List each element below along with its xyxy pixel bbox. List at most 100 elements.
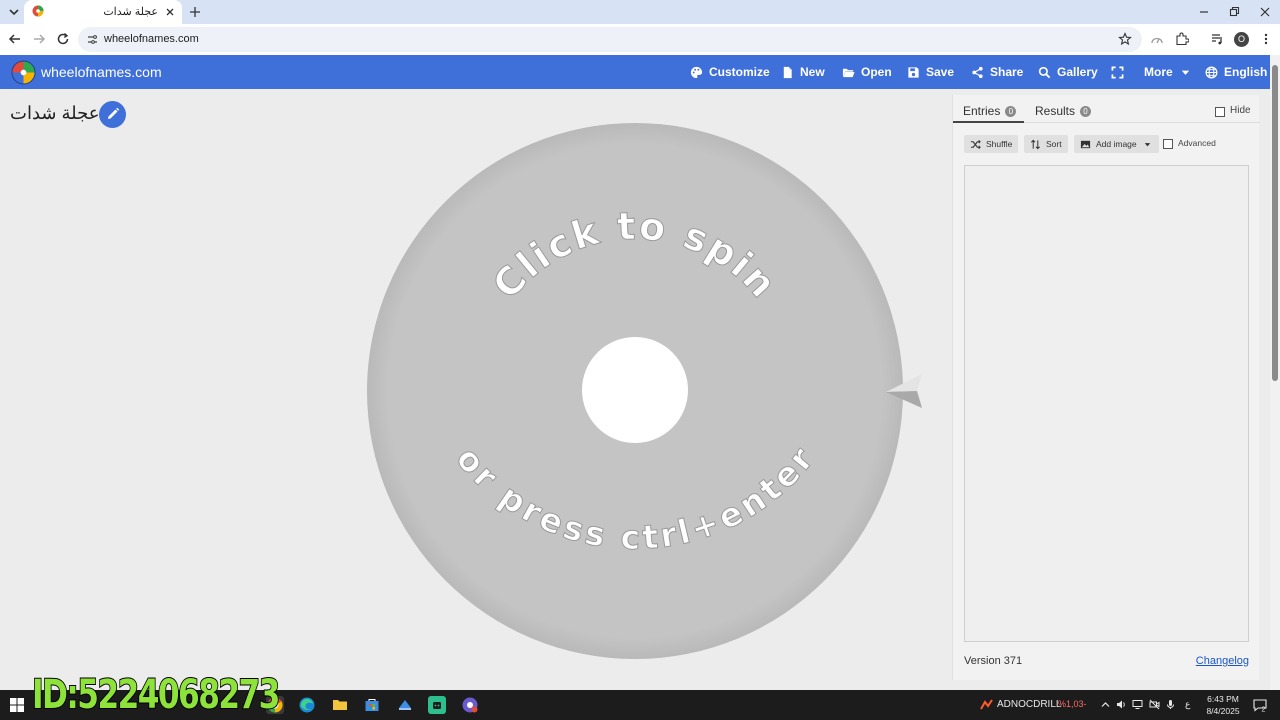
save-button[interactable]: Save — [907, 55, 954, 89]
site-name[interactable]: wheelofnames.com — [41, 64, 162, 80]
palette-icon — [690, 66, 703, 78]
show-hidden-icons-icon[interactable] — [1100, 699, 1111, 710]
stock-ticker-icon — [980, 698, 993, 711]
forward-icon[interactable] — [31, 31, 47, 47]
profile-avatar[interactable]: O — [1234, 32, 1249, 47]
close-window-icon[interactable] — [1257, 4, 1273, 20]
hide-checkbox[interactable] — [1215, 107, 1225, 117]
file-icon — [783, 66, 792, 78]
browser-tab[interactable]: عجلة شدات — [24, 0, 182, 24]
chrome-menu-icon[interactable] — [1259, 32, 1273, 46]
add-image-button[interactable]: Add image — [1074, 135, 1159, 153]
folder-open-icon — [842, 68, 855, 77]
save-label: Save — [926, 65, 955, 79]
spin-wheel[interactable]: Click to spin or press ctrl+enter — [360, 118, 910, 668]
restore-icon[interactable] — [1226, 4, 1242, 20]
site-info-icon[interactable] — [86, 33, 99, 46]
clock[interactable]: 6:43 PM 8/4/2025 — [1201, 693, 1245, 717]
wheel-logo-icon[interactable] — [11, 60, 36, 85]
back-icon[interactable] — [7, 31, 23, 47]
url-text: wheelofnames.com — [104, 33, 199, 45]
open-label: Open — [861, 65, 892, 79]
fullscreen-button[interactable] — [1111, 55, 1124, 89]
sort-button[interactable]: Sort — [1024, 135, 1068, 153]
shuffle-button[interactable]: Shuffle — [964, 135, 1019, 153]
microphone-icon[interactable] — [1165, 699, 1176, 710]
hide-label: Hide — [1230, 105, 1251, 116]
page-scrollbar[interactable] — [1270, 55, 1280, 690]
network-icon[interactable] — [1132, 699, 1143, 710]
share-label: Share — [990, 65, 1024, 79]
active-tab-indicator — [953, 121, 1024, 123]
pencil-icon — [108, 107, 120, 119]
notifications-icon[interactable]: 2 — [1253, 698, 1267, 712]
more-label: More — [1144, 65, 1173, 79]
new-tab-icon[interactable] — [188, 5, 202, 19]
share-icon — [972, 66, 983, 78]
extensions-icon[interactable] — [1175, 32, 1189, 46]
wheel-title: عجلة شدات — [10, 103, 100, 123]
results-count-badge: 0 — [1080, 105, 1092, 117]
dropdown-arrow-icon — [1144, 142, 1150, 146]
chevron-down-icon — [1181, 70, 1189, 75]
camera-off-icon[interactable] — [1149, 699, 1160, 710]
shuffle-label: Shuffle — [986, 139, 1013, 149]
more-menu-button[interactable]: More — [1144, 55, 1192, 89]
save-icon — [908, 66, 919, 78]
chrome-profile-taskbar-icon[interactable] — [461, 696, 479, 714]
sort-label: Sort — [1046, 139, 1062, 149]
performance-icon[interactable] — [1150, 32, 1164, 46]
input-language[interactable]: ع — [1185, 699, 1190, 710]
tab-search-icon[interactable] — [6, 4, 22, 20]
minimize-icon[interactable] — [1196, 4, 1212, 20]
windows-start-icon[interactable] — [8, 696, 26, 714]
site-navbar: wheelofnames.com Customize New Open Save… — [0, 55, 1270, 89]
entries-count-badge: 0 — [1005, 105, 1017, 117]
app-taskbar-icon[interactable] — [428, 696, 446, 714]
new-label: New — [800, 65, 825, 79]
file-explorer-taskbar-icon[interactable] — [331, 696, 349, 714]
new-button[interactable]: New — [781, 55, 825, 89]
id-watermark: ID:5224068273 — [31, 671, 281, 719]
share-button[interactable]: Share — [971, 55, 1023, 89]
browser-toolbar: wheelofnames.com — [0, 24, 1280, 55]
changelog-link[interactable]: Changelog — [1196, 655, 1249, 667]
open-button[interactable]: Open — [842, 55, 892, 89]
clock-date: 8/4/2025 — [1206, 706, 1240, 716]
clock-time: 6:43 PM — [1207, 694, 1239, 704]
edit-title-button[interactable] — [99, 101, 126, 128]
close-tab-icon[interactable] — [164, 6, 176, 18]
remote-desktop-taskbar-icon[interactable] — [396, 696, 414, 714]
stock-ticker-change: %1,03- — [1058, 699, 1087, 709]
address-bar[interactable]: wheelofnames.com — [78, 27, 1142, 52]
tab-title: عجلة شدات — [103, 6, 158, 18]
entries-panel: Entries 0 Results 0 Hide Shuffle Sort Ad… — [952, 95, 1260, 680]
browser-tab-strip: عجلة شدات — [0, 0, 1280, 24]
reload-icon[interactable] — [55, 31, 71, 47]
search-icon — [1038, 66, 1051, 78]
stock-ticker-name[interactable]: ADNOCDRILL — [997, 699, 1061, 710]
scrollbar-thumb[interactable] — [1272, 65, 1278, 381]
gallery-label: Gallery — [1057, 65, 1098, 79]
results-tab-label: Results — [1035, 104, 1076, 118]
speaker-icon[interactable] — [1116, 699, 1127, 710]
edge-taskbar-icon[interactable] — [298, 696, 316, 714]
shuffle-icon — [970, 139, 981, 149]
entries-tab-label: Entries — [963, 104, 1001, 118]
gallery-button[interactable]: Gallery — [1038, 55, 1098, 89]
tab-results[interactable]: Results 0 — [1035, 104, 1092, 118]
advanced-checkbox[interactable] — [1163, 139, 1173, 149]
tab-entries[interactable]: Entries 0 — [963, 104, 1017, 118]
version-text: Version 371 — [964, 655, 1023, 667]
language-button[interactable]: English — [1205, 55, 1267, 89]
globe-icon — [1205, 66, 1218, 78]
customize-button[interactable]: Customize — [690, 55, 770, 89]
entries-textarea[interactable] — [964, 165, 1249, 642]
wheel-favicon-icon — [32, 5, 44, 17]
bookmark-star-icon[interactable] — [1118, 32, 1132, 46]
media-controls-icon[interactable] — [1210, 32, 1224, 46]
customize-label: Customize — [709, 65, 770, 79]
image-icon — [1080, 140, 1091, 148]
store-taskbar-icon[interactable] — [363, 696, 381, 714]
wheel-pointer-arrow — [884, 370, 926, 412]
